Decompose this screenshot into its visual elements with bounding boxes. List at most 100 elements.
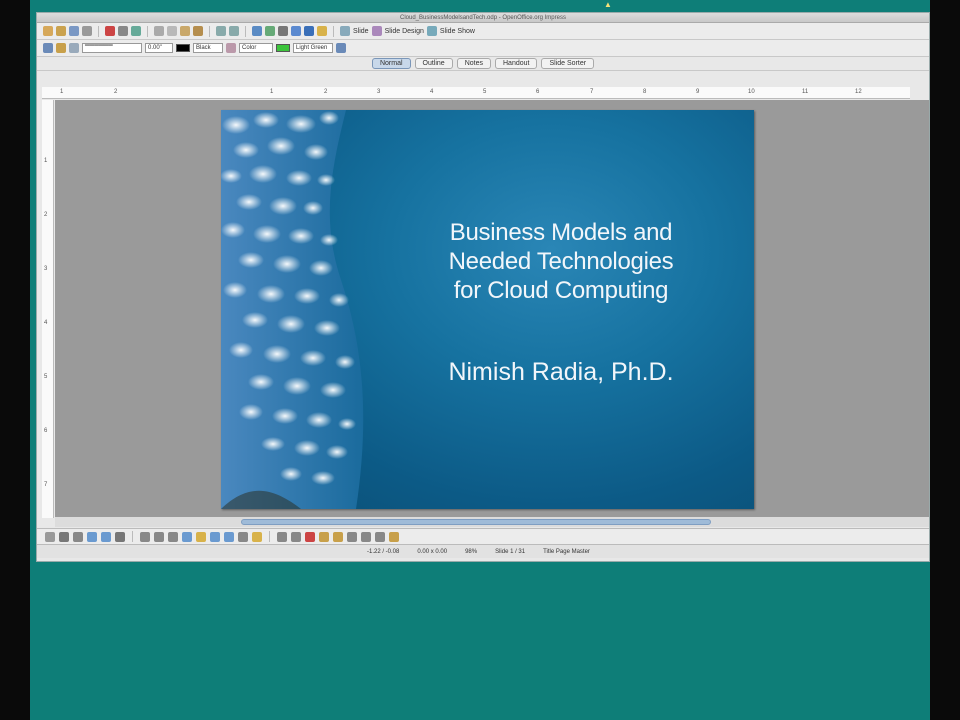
shadow-icon[interactable] (336, 43, 346, 53)
paste-icon[interactable] (180, 26, 190, 36)
horizontal-scrollbar[interactable] (55, 517, 929, 527)
ruler-tick: 1 (60, 89, 64, 95)
toolbar-separator (147, 25, 148, 37)
rectangle-tool-icon[interactable] (87, 531, 97, 542)
tab-notes[interactable]: Notes (456, 58, 491, 69)
slide-design-button[interactable]: Slide Design (385, 28, 424, 35)
cut-icon[interactable] (154, 26, 164, 36)
edit-file-icon[interactable] (82, 26, 92, 36)
ruler-tick: 4 (44, 320, 48, 326)
slide-design-icon[interactable] (371, 26, 382, 36)
ruler-tick: 10 (748, 89, 755, 95)
toolbar-separator (98, 25, 99, 37)
copy-icon[interactable] (167, 26, 177, 36)
lines-arrows-icon[interactable] (168, 531, 178, 542)
slide-title-line: Needed Technologies (448, 248, 674, 275)
scrollbar-thumb[interactable] (241, 519, 711, 525)
curve-tool-icon[interactable] (140, 531, 150, 542)
clouds-background-image (221, 110, 364, 509)
tab-outline[interactable]: Outline (414, 58, 453, 69)
area-style-select[interactable]: Color (239, 43, 273, 53)
align-icon[interactable] (361, 531, 371, 542)
horizontal-ruler[interactable]: 1 2 1 2 3 4 5 6 7 8 9 10 11 12 (42, 87, 910, 99)
drawing-toolbar (37, 528, 929, 544)
slide-work-area[interactable]: Business Models and Needed Technologies … (55, 100, 929, 518)
table-icon[interactable] (265, 26, 275, 36)
tab-slide-sorter[interactable]: Slide Sorter (541, 58, 595, 69)
line-icon[interactable] (56, 43, 66, 53)
master-page-name: Title Page Master (543, 548, 590, 555)
slide-title-text[interactable]: Business Models and Needed Technologies … (411, 218, 711, 305)
toolbar-separator (209, 25, 210, 37)
ruler-tick: 2 (324, 89, 328, 95)
glue-points-icon[interactable] (291, 531, 301, 542)
basic-shapes-icon[interactable] (182, 531, 192, 542)
arrow-style-icon[interactable] (69, 43, 79, 53)
view-tabs: Normal Outline Notes Handout Slide Sorte… (37, 57, 929, 71)
block-arrows-icon[interactable] (210, 531, 220, 542)
ellipse-tool-icon[interactable] (101, 531, 111, 542)
toolbar-separator (269, 531, 270, 542)
insert-image-icon[interactable] (319, 531, 329, 542)
slide-show-button[interactable]: Slide Show (440, 28, 475, 35)
ruler-tick: 1 (44, 158, 48, 164)
arrange-icon[interactable] (375, 531, 385, 542)
line-style-select[interactable]: ▔▔▔▔▔▔ (82, 43, 142, 53)
slide-title-line: for Cloud Computing (453, 277, 669, 304)
extrusion-icon[interactable] (389, 531, 399, 542)
new-slide-icon[interactable] (340, 26, 350, 36)
zoom-level[interactable]: 98% (465, 549, 477, 555)
flowchart-icon[interactable] (224, 531, 234, 542)
gallery-icon[interactable] (333, 531, 343, 542)
object-size: 0.00 x 0.00 (417, 548, 448, 555)
slide-title-line: Business Models and (449, 219, 673, 246)
slide-canvas[interactable]: Business Models and Needed Technologies … (221, 110, 754, 509)
spellcheck-icon[interactable] (131, 26, 141, 36)
connector-tool-icon[interactable] (154, 531, 164, 542)
redo-icon[interactable] (229, 26, 239, 36)
area-icon[interactable] (226, 43, 236, 53)
zoom-icon[interactable] (304, 26, 314, 36)
clone-format-icon[interactable] (193, 26, 203, 36)
symbol-shapes-icon[interactable] (196, 531, 206, 542)
navigator-icon[interactable] (291, 26, 301, 36)
style-icon[interactable] (43, 43, 53, 53)
print-icon[interactable] (118, 26, 128, 36)
text-tool-icon[interactable] (115, 531, 125, 542)
display-grid-icon[interactable] (278, 26, 288, 36)
line-color-select[interactable]: Black (193, 43, 223, 53)
fontwork-icon[interactable] (305, 531, 315, 542)
toolbar-separator (245, 25, 246, 37)
toolbar-separator (132, 531, 133, 542)
slide-author-text[interactable]: Nimish Radia, Ph.D. (411, 358, 711, 387)
line-color-swatch (176, 44, 190, 52)
undo-icon[interactable] (216, 26, 226, 36)
export-pdf-icon[interactable] (105, 26, 115, 36)
help-icon[interactable] (317, 26, 327, 36)
rotate-icon[interactable] (347, 531, 357, 542)
ruler-tick: 3 (377, 89, 381, 95)
slide-show-icon[interactable] (426, 26, 437, 36)
screen-border-left (0, 0, 30, 720)
tab-normal[interactable]: Normal (371, 58, 411, 69)
points-icon[interactable] (277, 531, 287, 542)
callouts-icon[interactable] (238, 531, 248, 542)
slide-button[interactable]: Slide (353, 28, 369, 35)
vertical-ruler[interactable]: 1 2 3 4 5 6 7 (42, 100, 54, 518)
arrow-tool-icon[interactable] (73, 531, 83, 542)
tab-handout[interactable]: Handout (495, 58, 538, 69)
line-width-field[interactable]: 0.00" (145, 43, 173, 53)
open-folder-icon[interactable] (56, 26, 66, 36)
ruler-tick: 5 (483, 89, 487, 95)
area-color-select[interactable]: Light Green (293, 43, 333, 53)
chart-icon[interactable] (252, 26, 262, 36)
screen-border-right (930, 0, 960, 720)
ruler-tick: 8 (643, 89, 647, 95)
slide-indicator: Slide 1 / 31 (495, 548, 526, 555)
ruler-tick: 7 (590, 89, 594, 95)
new-document-icon[interactable] (43, 26, 53, 36)
stars-icon[interactable] (252, 531, 262, 542)
line-tool-icon[interactable] (59, 531, 69, 542)
save-icon[interactable] (69, 26, 79, 36)
select-arrow-icon[interactable] (45, 531, 55, 542)
